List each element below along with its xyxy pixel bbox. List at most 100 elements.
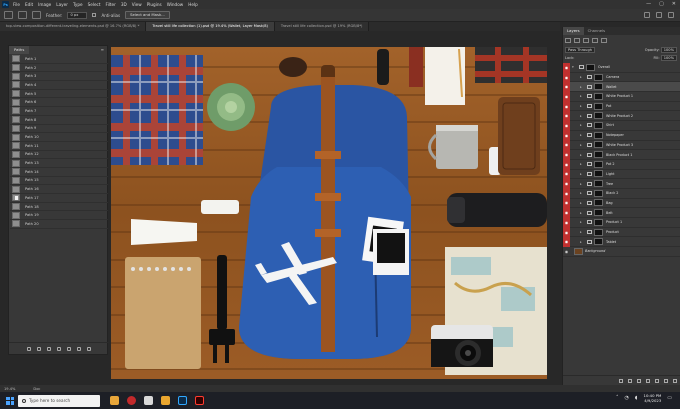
tab-layers[interactable]: Layers — [563, 27, 584, 35]
layer-row[interactable]: ◉ ▸ Product — [563, 227, 680, 238]
close-button[interactable]: ✕ — [672, 1, 676, 7]
eye-icon[interactable]: ◉ — [563, 140, 570, 150]
path-row[interactable]: Path 17 — [10, 194, 108, 203]
lasso-tool-icon[interactable] — [4, 11, 13, 19]
eye-icon[interactable]: ◉ — [563, 247, 570, 257]
path-row[interactable]: Path 20 — [10, 220, 108, 229]
add-mask-icon[interactable] — [637, 378, 641, 383]
eye-icon[interactable]: ◉ — [563, 188, 570, 199]
path-row[interactable]: Path 1 — [10, 55, 108, 64]
menu-3d[interactable]: 3D — [121, 2, 127, 7]
select-and-mask-button[interactable]: Select and Mask... — [125, 11, 170, 19]
chevron-right-icon[interactable]: ▸ — [580, 230, 584, 234]
path-row[interactable]: Path 15 — [10, 176, 108, 186]
workspace-icon[interactable] — [656, 12, 662, 18]
path-row[interactable]: Path 12 — [10, 150, 108, 160]
menu-edit[interactable]: Edit — [25, 2, 33, 7]
eye-icon[interactable]: ◉ — [563, 110, 570, 121]
folder-icon[interactable] — [161, 396, 170, 405]
path-row[interactable]: Path 10 — [10, 133, 108, 142]
chevron-right-icon[interactable]: ▸ — [580, 182, 584, 186]
chevron-right-icon[interactable]: ▸ — [580, 211, 584, 215]
layer-background[interactable]: ◉ Background — [563, 247, 680, 257]
add-selection-icon[interactable] — [32, 11, 41, 19]
path-row[interactable]: Path 5 — [10, 90, 108, 99]
layer-group-overall[interactable]: ◉ ▾ Overall — [563, 62, 680, 73]
filter-shape-icon[interactable] — [601, 38, 607, 43]
chevron-right-icon[interactable]: ▸ — [580, 114, 584, 118]
maximize-button[interactable]: ▢ — [659, 1, 664, 7]
new-layer-icon[interactable] — [664, 378, 668, 383]
layer-row[interactable]: ◉ ▸ Tablet — [563, 236, 680, 248]
layer-row[interactable]: ◉ ▸ Belt — [563, 207, 680, 218]
stroke-path-icon[interactable] — [37, 346, 41, 351]
load-selection-icon[interactable] — [47, 346, 51, 351]
layer-row[interactable]: ◉ ▸ Product 1 — [563, 217, 680, 228]
trash-icon[interactable] — [673, 378, 677, 383]
chevron-right-icon[interactable]: ▸ — [580, 153, 584, 157]
filter-adjustment-icon[interactable] — [583, 38, 589, 43]
fx-icon[interactable] — [628, 378, 632, 383]
menu-plugins[interactable]: Plugins — [147, 2, 162, 7]
path-row[interactable]: Path 11 — [10, 142, 108, 151]
tab-document-3[interactable]: Travel still life collection.psd @ 19% (… — [274, 22, 370, 31]
panel-menu-icon[interactable]: ≡ — [101, 47, 104, 52]
eye-icon[interactable]: ◉ — [563, 120, 570, 131]
doc-size[interactable]: Doc — [33, 387, 40, 391]
layer-row[interactable]: ◉ ▸ Pot 2 — [563, 159, 680, 170]
chevron-right-icon[interactable]: ▸ — [580, 143, 584, 147]
new-selection-icon[interactable] — [18, 11, 27, 19]
chevron-right-icon[interactable]: ▸ — [580, 75, 584, 79]
path-row[interactable]: Path 3 — [10, 72, 108, 82]
menu-select[interactable]: Select — [88, 2, 101, 7]
menu-layer[interactable]: Layer — [56, 2, 68, 7]
adjustment-icon[interactable] — [646, 378, 650, 383]
chevron-right-icon[interactable]: ▸ — [580, 104, 584, 108]
eye-icon[interactable]: ◉ — [563, 207, 570, 218]
fill-input[interactable]: 100% — [660, 54, 677, 61]
filter-kind-icon[interactable] — [565, 38, 571, 43]
opera-icon[interactable] — [127, 396, 136, 405]
add-mask-icon[interactable] — [67, 346, 71, 351]
zoom-level[interactable]: 19.4% — [4, 387, 15, 391]
path-row[interactable]: Path 14 — [10, 168, 108, 177]
menu-type[interactable]: Type — [73, 2, 83, 7]
chevron-right-icon[interactable]: ▸ — [580, 123, 584, 127]
search-icon[interactable] — [644, 12, 650, 18]
menu-view[interactable]: View — [132, 2, 142, 7]
trash-icon[interactable] — [87, 346, 91, 351]
filter-type-icon[interactable] — [592, 38, 598, 43]
volume-icon[interactable]: ◖ — [635, 395, 638, 401]
make-work-path-icon[interactable] — [57, 346, 61, 351]
layer-row[interactable]: ◉ ▸ Camera — [563, 72, 680, 83]
notification-icon[interactable]: ▭ — [667, 395, 672, 401]
chevron-right-icon[interactable]: ▸ — [580, 133, 584, 137]
layer-row[interactable]: ◉ ▸ Tree — [563, 178, 680, 189]
eye-icon[interactable]: ◉ — [563, 198, 570, 208]
layer-row[interactable]: ◉ ▸ Bag — [563, 198, 680, 209]
menu-image[interactable]: Image — [38, 2, 51, 7]
layer-row[interactable]: ◉ ▸ Notepaper — [563, 130, 680, 141]
layer-row[interactable]: ◉ ▸ Wallet — [563, 81, 680, 93]
new-group-icon[interactable] — [655, 378, 659, 383]
eye-icon[interactable]: ◉ — [563, 149, 570, 160]
eye-icon[interactable]: ◉ — [563, 217, 570, 228]
eye-icon[interactable]: ◉ — [563, 159, 570, 170]
chevron-right-icon[interactable]: ▸ — [580, 220, 584, 224]
path-row[interactable]: Path 16 — [10, 185, 108, 194]
eye-icon[interactable]: ◉ — [563, 101, 570, 111]
menu-file[interactable]: File — [13, 2, 20, 7]
minimize-button[interactable]: — — [646, 1, 651, 7]
layer-row[interactable]: ◉ ▸ Black Product 1 — [563, 149, 680, 160]
menu-filter[interactable]: Filter — [105, 2, 115, 7]
chevron-up-icon[interactable]: ˄ — [616, 395, 619, 401]
layer-row[interactable]: ◉ ▸ White Product 1 — [563, 91, 680, 102]
file-explorer-icon[interactable] — [144, 396, 153, 405]
chevron-right-icon[interactable]: ▸ — [580, 94, 584, 98]
windows-start-icon[interactable] — [6, 396, 14, 405]
feather-input[interactable]: 0 px — [67, 11, 88, 19]
tab-channels[interactable]: Channels — [584, 27, 610, 35]
eye-icon[interactable]: ◉ — [563, 169, 570, 179]
antialias-checkbox[interactable] — [92, 13, 97, 17]
filter-pixel-icon[interactable] — [574, 38, 580, 43]
